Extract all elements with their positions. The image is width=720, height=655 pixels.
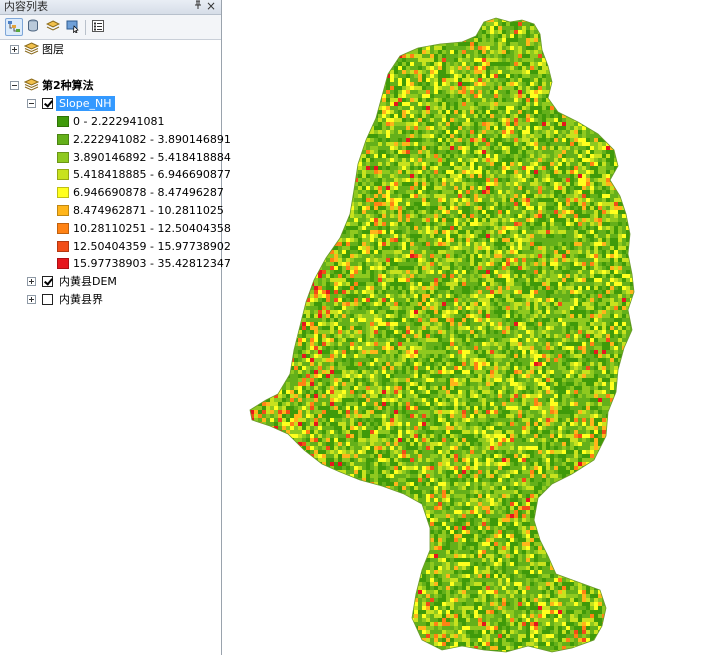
layer-group-label: 图层 [42, 43, 64, 56]
close-icon[interactable]: × [206, 0, 216, 14]
legend-item: 15.97738903 - 35.42812347 [0, 255, 231, 272]
layer-name: 内黄县DEM [59, 275, 117, 288]
legend-label: 10.28110251 - 12.50404358 [73, 221, 231, 235]
expand-icon[interactable] [27, 277, 36, 286]
layer-slope-nh[interactable]: Slope_NH [0, 95, 221, 112]
legend-swatch [57, 151, 69, 163]
legend-label: 0 - 2.222941081 [73, 115, 165, 128]
legend-item: 5.418418885 - 6.946690877 [0, 166, 231, 183]
list-by-source-icon[interactable] [25, 18, 43, 36]
collapse-icon[interactable] [10, 81, 19, 90]
legend-swatch [57, 222, 69, 234]
layers-icon [23, 78, 40, 95]
legend-label: 3.890146892 - 5.418418884 [73, 150, 231, 164]
slope-raster-map [249, 17, 635, 653]
list-by-drawing-order-icon[interactable] [5, 18, 23, 36]
legend-item: 3.890146892 - 5.418418884 [0, 149, 231, 166]
panel-title: 内容列表 [4, 0, 48, 13]
legend-item: 12.50404359 - 15.97738902 [0, 238, 231, 255]
collapse-icon[interactable] [27, 99, 36, 108]
legend-item: 0 - 2.222941081 [0, 113, 221, 130]
expand-icon[interactable] [27, 295, 36, 304]
expand-icon[interactable] [10, 45, 19, 54]
list-by-selection-icon[interactable] [65, 18, 83, 36]
legend-item: 2.222941082 - 3.890146891 [0, 131, 231, 148]
legend-swatch [57, 169, 69, 181]
legend-label: 6.946690878 - 8.47496287 [73, 186, 224, 200]
layer-name-selected[interactable]: Slope_NH [56, 96, 115, 111]
layer-group-algorithm[interactable]: 第2种算法 [0, 77, 221, 94]
panel-title-bar: 内容列表 × [0, 0, 221, 15]
legend-label: 15.97738903 - 35.42812347 [73, 257, 231, 271]
layer-name: 内黄县界 [59, 293, 103, 306]
legend-item: 8.474962871 - 10.2811025 [0, 202, 224, 219]
toc-toolbar [0, 15, 221, 40]
legend-swatch [57, 187, 69, 199]
layer-tree: 图层 第2种算法 Slope_NH 0 - 2.222941081 2.22294… [0, 40, 231, 655]
legend-label: 5.418418885 - 6.946690877 [73, 168, 231, 182]
slope-raster [250, 18, 634, 652]
legend-item: 6.946690878 - 8.47496287 [0, 184, 224, 201]
layer-visibility-checkbox[interactable] [42, 294, 53, 305]
list-by-visibility-icon[interactable] [45, 18, 63, 36]
pin-icon[interactable] [193, 0, 203, 14]
layer-visibility-checkbox[interactable] [42, 98, 53, 109]
options-icon[interactable] [90, 18, 108, 36]
layer-group-layers[interactable]: 图层 [0, 41, 221, 58]
legend-swatch [57, 205, 69, 216]
legend-swatch [57, 258, 69, 270]
layer-dem[interactable]: 内黄县DEM [0, 273, 221, 290]
table-of-contents-panel: 内容列表 × 图层 第2种算法 Slope_NH 0 - 2.222941081… [0, 0, 231, 655]
legend-item: 10.28110251 - 12.50404358 [0, 220, 231, 237]
legend-label: 8.474962871 - 10.2811025 [73, 204, 224, 217]
legend-swatch [57, 116, 69, 127]
legend-label: 2.222941082 - 3.890146891 [73, 132, 231, 146]
layer-boundary[interactable]: 内黄县界 [0, 291, 221, 308]
legend-swatch [57, 240, 69, 252]
layer-visibility-checkbox[interactable] [42, 276, 53, 287]
map-display[interactable] [222, 0, 720, 655]
legend-label: 12.50404359 - 15.97738902 [73, 239, 231, 253]
legend-swatch [57, 133, 69, 145]
toolbar-separator [85, 20, 86, 35]
layers-icon [23, 42, 40, 59]
layer-group-label: 第2种算法 [42, 79, 94, 92]
